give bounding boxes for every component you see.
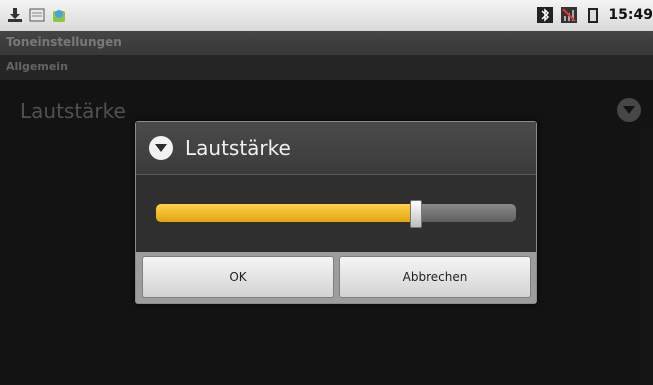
dialog-title: Lautstärke	[185, 136, 291, 160]
volume-slider-thumb[interactable]	[410, 200, 422, 228]
status-time: 15:49	[608, 7, 653, 23]
volume-dialog: Lautstärke OK Abbrechen	[135, 121, 537, 304]
dialog-button-bar: OK Abbrechen	[136, 252, 536, 303]
status-bar: 15:49	[0, 0, 653, 31]
battery-icon	[584, 6, 602, 24]
download-icon	[6, 6, 24, 24]
bluetooth-icon	[536, 6, 554, 24]
slider-area	[136, 175, 536, 252]
signal-muted-icon	[560, 6, 578, 24]
ok-button[interactable]: OK	[142, 256, 334, 298]
chevron-down-icon	[149, 136, 173, 160]
android-market-icon	[50, 6, 68, 24]
volume-slider-track[interactable]	[156, 204, 516, 222]
dialog-header: Lautstärke	[136, 122, 536, 175]
volume-slider-fill	[156, 204, 415, 222]
notes-icon	[28, 6, 46, 24]
cancel-button[interactable]: Abbrechen	[339, 256, 531, 298]
